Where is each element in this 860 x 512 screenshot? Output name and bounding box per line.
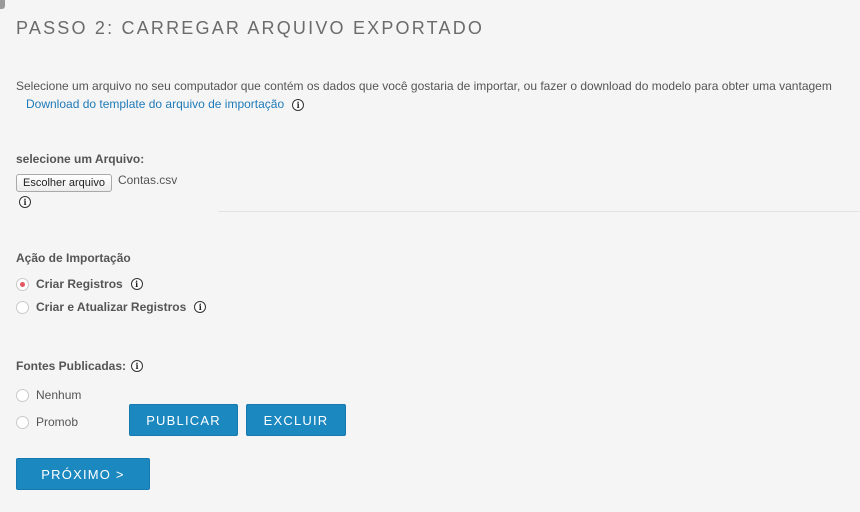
radio-button[interactable]	[16, 415, 29, 429]
published-sources-label: Fontes Publicadas:	[16, 359, 127, 373]
info-icon[interactable]: i	[19, 196, 31, 208]
info-icon[interactable]: i	[130, 278, 143, 290]
intro-text: Selecione um arquivo no seu computador q…	[16, 79, 832, 93]
info-icon[interactable]: i	[292, 99, 305, 111]
info-icon[interactable]: i	[194, 301, 207, 313]
radio-option-criar-registros[interactable]: Criar Registros i	[16, 277, 143, 291]
radio-label: Promob	[36, 415, 79, 429]
page-title: PASSO 2: CARREGAR ARQUIVO EXPORTADO	[16, 18, 485, 38]
info-icon[interactable]: i	[131, 360, 144, 372]
selected-file-name: Contas.csv	[117, 173, 178, 187]
next-button[interactable]: PRÓXIMO >	[16, 458, 150, 490]
published-sources-label-row: Fontes Publicadas: i	[16, 359, 144, 373]
radio-label: Criar e Atualizar Registros	[36, 300, 187, 314]
radio-button[interactable]	[16, 388, 29, 402]
import-action-label: Ação de Importação	[16, 251, 131, 265]
radio-button-selected[interactable]	[16, 277, 29, 291]
radio-option-criar-atualizar-registros[interactable]: Criar e Atualizar Registros i	[16, 300, 207, 314]
corner-marker	[0, 0, 5, 9]
radio-button[interactable]	[16, 300, 29, 314]
radio-option-promob[interactable]: Promob	[16, 415, 78, 429]
choose-file-button[interactable]: Escolher arquivo	[16, 174, 112, 192]
radio-label: Nenhum	[36, 388, 82, 402]
file-select-label: selecione um Arquivo:	[16, 152, 145, 166]
publish-button[interactable]: PUBLICAR	[129, 404, 238, 436]
file-input-row: Escolher arquivo Contas.csv	[16, 173, 178, 192]
delete-button[interactable]: EXCLUIR	[246, 404, 346, 436]
radio-label: Criar Registros	[36, 277, 123, 291]
download-template-link[interactable]: Download do template do arquivo de impor…	[26, 97, 284, 111]
radio-option-nenhum[interactable]: Nenhum	[16, 388, 81, 402]
download-template-row: Download do template do arquivo de impor…	[26, 97, 305, 111]
section-divider	[218, 211, 860, 212]
